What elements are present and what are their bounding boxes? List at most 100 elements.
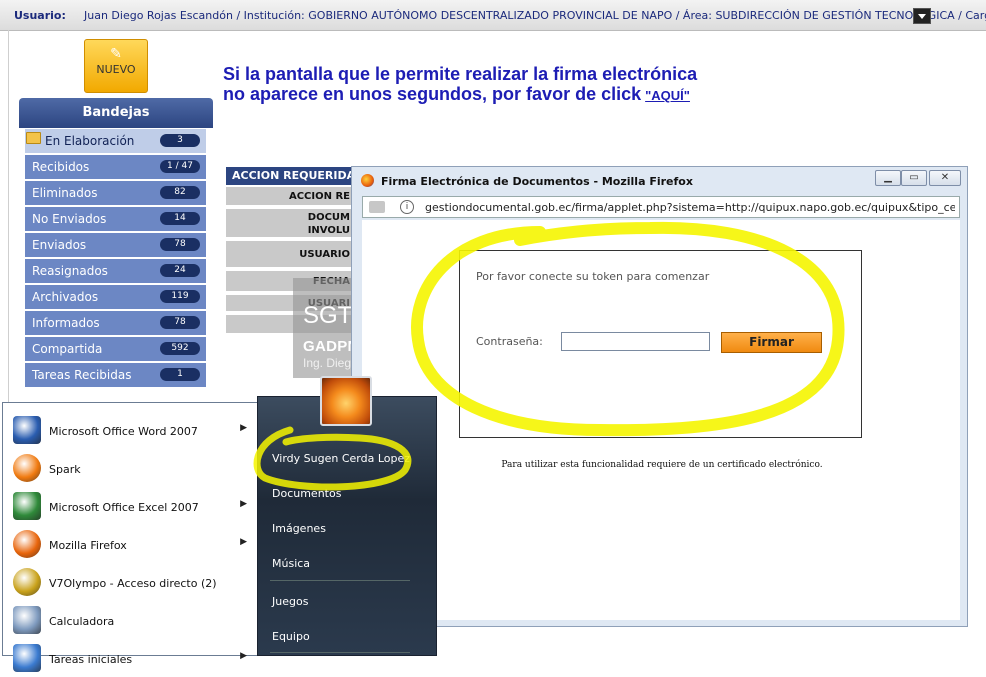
details-row: USUARIO — [226, 241, 354, 269]
inbox-panel-title: Bandejas — [19, 98, 213, 128]
folder-icon — [26, 132, 41, 144]
inbox-item[interactable]: En Elaboración 3 — [25, 129, 206, 155]
inbox-item-label: Reasignados — [32, 264, 108, 278]
message-line-1: Si la pantalla que le permite realizar l… — [223, 64, 698, 84]
inbox-item[interactable]: Archivados 119 — [25, 285, 206, 311]
url-text: gestiondocumental.gob.ec/firma/applet.ph… — [425, 201, 955, 214]
window-title: Firma Electrónica de Documentos - Mozill… — [381, 175, 693, 188]
olympo-icon — [13, 568, 41, 596]
inbox-item-count: 3 — [160, 134, 200, 147]
inbox-item[interactable]: Enviados 78 — [25, 233, 206, 259]
inbox-item-count: 119 — [160, 290, 200, 303]
start-menu-item[interactable]: Microsoft Office Word 2007 ▶ — [9, 411, 255, 449]
submenu-arrow-icon: ▶ — [240, 537, 247, 547]
here-link[interactable]: "AQUÍ" — [645, 88, 690, 103]
start-menu-item-label: Mozilla Firefox — [49, 539, 127, 552]
required-action-header: ACCION REQUERIDA C — [226, 167, 354, 185]
word-icon — [13, 416, 41, 444]
password-label: Contraseña: — [476, 335, 543, 348]
inbox-item[interactable]: Informados 78 — [25, 311, 206, 337]
browser-content: Por favor conecte su token para comenzar… — [362, 220, 960, 620]
inbox-item[interactable]: Tareas Recibidas 1 — [25, 363, 206, 389]
details-row-label: USUARIO — [299, 249, 350, 260]
submenu-arrow-icon: ▶ — [240, 499, 247, 509]
start-menu-place[interactable]: Imágenes — [272, 522, 326, 535]
start-menu-places: Virdy Sugen Cerda Lopez Documentos Imágene… — [257, 396, 437, 656]
start-menu-item-label: Spark — [49, 463, 81, 476]
user-info-bar: Usuario: Juan Diego Rojas Escandón / Ins… — [0, 0, 986, 31]
menu-separator — [270, 652, 410, 653]
start-menu-place[interactable]: Equipo — [272, 630, 310, 643]
sign-button[interactable]: Firmar — [721, 332, 822, 353]
details-row-label: ACCION RE — [288, 191, 350, 202]
inbox-item-count: 1 — [160, 368, 200, 381]
inbox-item-label: Enviados — [32, 238, 87, 252]
user-info-text: Juan Diego Rojas Escandón / Institución:… — [84, 9, 986, 22]
inbox-item-count: 1 / 47 — [160, 160, 200, 173]
start-menu-item-label: Tareas iniciales — [49, 653, 133, 666]
firefox-icon — [361, 174, 374, 187]
firefox-icon — [13, 530, 41, 558]
start-menu-item-label: Microsoft Office Excel 2007 — [49, 501, 199, 514]
inbox-item[interactable]: Reasignados 24 — [25, 259, 206, 285]
user-label: Usuario: — [14, 9, 66, 22]
inbox-item-label: Recibidos — [32, 160, 90, 174]
new-document-button[interactable]: ✎ NUEVO — [84, 39, 148, 93]
token-prompt: Por favor conecte su token para comenzar — [476, 270, 710, 283]
new-document-label: NUEVO — [96, 63, 136, 76]
inbox-item[interactable]: Compartida 592 — [25, 337, 206, 363]
excel-icon — [13, 492, 41, 520]
certificate-note: Para utilizar esta funcionalidad requier… — [501, 460, 823, 470]
details-row-label: DOCUM — [307, 212, 350, 223]
start-menu-item[interactable]: Mozilla Firefox ▶ — [9, 525, 255, 563]
submenu-arrow-icon: ▶ — [240, 423, 247, 433]
start-menu-item-label: Microsoft Office Word 2007 — [49, 425, 198, 438]
inbox-item-count: 592 — [160, 342, 200, 355]
user-avatar[interactable] — [320, 376, 372, 426]
inbox-item[interactable]: Recibidos 1 / 47 — [25, 155, 206, 181]
info-icon[interactable]: i — [400, 200, 414, 214]
inbox-item-label: Tareas Recibidas — [32, 368, 132, 382]
user-dropdown-button[interactable] — [913, 8, 931, 24]
minimize-button[interactable]: ▁ — [875, 170, 901, 186]
spark-icon — [13, 454, 41, 482]
inbox-item-label: No Enviados — [32, 212, 107, 226]
inbox-item-count: 82 — [160, 186, 200, 199]
start-menu-item[interactable]: V7Olympo - Acceso directo (2) — [9, 563, 255, 601]
details-row-label: INVOLU — [307, 225, 350, 236]
submenu-arrow-icon: ▶ — [240, 651, 247, 661]
password-input[interactable] — [561, 332, 710, 351]
inbox-item-count: 14 — [160, 212, 200, 225]
menu-separator — [270, 580, 410, 581]
inbox-item-count: 78 — [160, 316, 200, 329]
signature-applet: Por favor conecte su token para comenzar… — [459, 250, 862, 438]
address-bar[interactable]: i gestiondocumental.gob.ec/firma/applet.… — [362, 196, 960, 218]
signature-help-message: Si la pantalla que le permite realizar l… — [223, 64, 697, 106]
inbox-item-label: Archivados — [32, 290, 99, 304]
inbox-item-count: 24 — [160, 264, 200, 277]
getting-started-icon — [13, 644, 41, 672]
start-menu-item[interactable]: Spark — [9, 449, 255, 487]
pencil-icon: ✎ — [110, 46, 122, 62]
start-menu-place[interactable]: Música — [272, 557, 310, 570]
window-titlebar[interactable]: Firma Electrónica de Documentos - Mozill… — [352, 167, 967, 193]
start-menu-item[interactable]: Calculadora — [9, 601, 255, 639]
inbox-item[interactable]: No Enviados 14 — [25, 207, 206, 233]
divider — [8, 30, 9, 410]
start-menu-item-label: Calculadora — [49, 615, 115, 628]
start-menu-place[interactable]: Documentos — [272, 487, 341, 500]
calculator-icon — [13, 606, 41, 634]
start-menu-place[interactable]: Virdy Sugen Cerda Lopez — [272, 452, 410, 465]
inbox-item-label: Compartida — [32, 342, 103, 356]
inbox-item-label: Informados — [32, 316, 100, 330]
maximize-button[interactable]: ▭ — [901, 170, 927, 186]
close-button[interactable]: ✕ — [929, 170, 961, 186]
inbox-item[interactable]: Eliminados 82 — [25, 181, 206, 207]
inbox-item-count: 78 — [160, 238, 200, 251]
start-menu-programs: Microsoft Office Word 2007 ▶ Spark Microsof… — [2, 402, 258, 672]
start-menu-item[interactable]: Tareas iniciales ▶ — [9, 639, 255, 677]
start-menu-place[interactable]: Juegos — [272, 595, 308, 608]
firefox-signature-window[interactable]: Firma Electrónica de Documentos - Mozill… — [351, 166, 968, 627]
details-row: ACCION RE — [226, 187, 354, 207]
start-menu-item[interactable]: Microsoft Office Excel 2007 ▶ — [9, 487, 255, 525]
